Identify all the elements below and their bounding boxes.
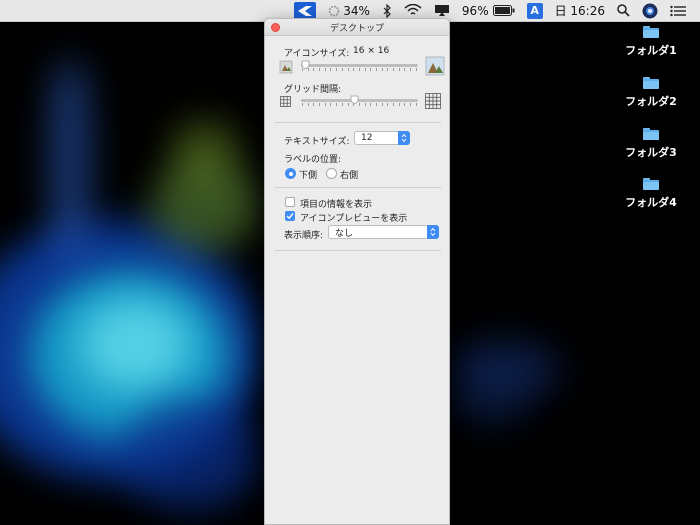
folder-icon: [643, 77, 659, 89]
icon-size-slider-track[interactable]: [301, 64, 418, 67]
show-item-info-label[interactable]: 項目の情報を表示: [300, 197, 372, 210]
input-source-item[interactable]: A: [521, 0, 549, 22]
clock[interactable]: 日 16:26: [549, 0, 611, 22]
small-icon-preview-icon: [279, 60, 293, 74]
grid-spacing-slider-ticks: [302, 103, 417, 107]
clock-text: 日 16:26: [554, 4, 605, 18]
panel-titlebar[interactable]: デスクトップ: [265, 19, 449, 36]
large-icon-preview-icon: [425, 56, 445, 76]
folder-label: フォルダ3: [625, 146, 677, 159]
text-size-label: テキストサイズ:: [284, 137, 350, 147]
cpu-ring-icon: [328, 5, 340, 16]
radio-right[interactable]: [326, 168, 337, 179]
radio-bottom[interactable]: [285, 168, 296, 179]
large-grid-icon: [425, 93, 441, 109]
panel-title: デスクトップ: [329, 23, 384, 34]
folder-label: フォルダ1: [625, 44, 677, 57]
sort-by-select[interactable]: なし: [328, 225, 439, 239]
desktop-folder[interactable]: フォルダ3: [621, 128, 681, 160]
desktop-folder[interactable]: フォルダ4: [621, 178, 681, 210]
text-size-value: 12: [361, 133, 373, 143]
folder-label: フォルダ2: [625, 95, 677, 108]
show-icon-preview-checkbox[interactable]: [285, 211, 295, 221]
folder-label: フォルダ4: [625, 196, 677, 209]
user-avatar-icon[interactable]: [636, 0, 664, 22]
grid-spacing-slider-knob[interactable]: [350, 95, 359, 105]
spotlight-search-icon[interactable]: [611, 0, 636, 22]
folder-icon: [643, 26, 659, 38]
sort-by-value: なし: [335, 228, 354, 239]
folder-icon: [643, 128, 659, 140]
folder-icon: [643, 178, 659, 190]
icon-size-label: アイコンサイズ:: [284, 49, 350, 59]
show-icon-preview-label[interactable]: アイコンプレビューを表示: [300, 211, 407, 224]
radio-bottom-label[interactable]: 下側: [299, 168, 317, 181]
icon-size-value: 16 × 16: [353, 46, 390, 56]
close-button[interactable]: [271, 23, 280, 32]
battery-icon: [492, 5, 515, 16]
icon-size-slider-knob[interactable]: [301, 60, 310, 70]
divider: [275, 250, 441, 251]
sort-by-label: 表示順序:: [284, 231, 324, 241]
show-item-info-checkbox[interactable]: [285, 197, 295, 207]
divider: [275, 122, 441, 123]
chevron-updown-icon: [427, 225, 439, 239]
text-size-select[interactable]: 12: [354, 131, 410, 145]
battery-percent: 96%: [461, 3, 489, 18]
input-source-icon: A: [526, 2, 543, 19]
icon-size-slider-ticks: [302, 68, 417, 72]
cpu-percent: 34%: [343, 3, 370, 18]
radio-right-label[interactable]: 右側: [340, 168, 358, 181]
desktop-folder[interactable]: フォルダ1: [621, 26, 681, 58]
grid-spacing-slider-track[interactable]: [301, 99, 418, 102]
notification-center-icon[interactable]: [664, 0, 692, 22]
desktop-folder[interactable]: フォルダ2: [621, 77, 681, 109]
small-grid-icon: [280, 96, 291, 107]
battery-status-item[interactable]: 96%: [456, 0, 521, 22]
app-icon[interactable]: [294, 1, 317, 20]
view-options-panel: デスクトップ アイコンサイズ: 16 × 16 グリッド間隔: テキストサイズ:…: [264, 18, 450, 525]
divider: [275, 187, 441, 188]
chevron-updown-icon: [398, 131, 410, 145]
checkmark-icon: [286, 213, 294, 220]
grid-spacing-label: グリッド間隔:: [284, 85, 342, 95]
label-position-label: ラベルの位置:: [284, 155, 342, 165]
